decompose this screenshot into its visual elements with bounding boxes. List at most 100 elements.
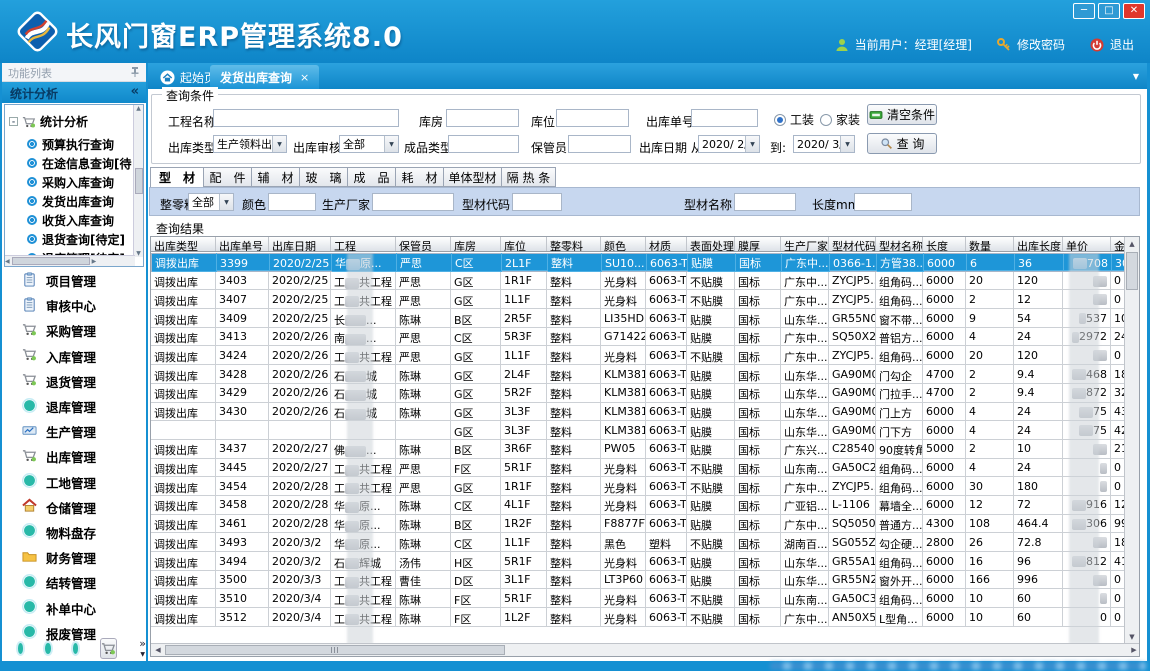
material-tab-5[interactable]: 耗 材 [396,167,444,187]
table-row[interactable]: 调拨出库34242020/2/26工共工程严思G区1L1F整料光身料6063-T… [151,346,1140,365]
sidebar-module-2[interactable]: 采购管理 [2,318,146,343]
whole-piece-select[interactable]: 全部 ▼ [188,193,234,211]
column-header-0[interactable]: 出库类型 [151,237,216,251]
tree-item-3[interactable]: 发货出库查询 [27,192,114,210]
sidebar-module-4[interactable]: 退货管理 [2,369,146,394]
collapse-icon[interactable]: « [131,84,139,99]
table-row[interactable]: 调拨出库34542020/2/28工共工程严思G区1R1F整料光身料6063-T… [151,477,1140,496]
project-name-input[interactable] [213,109,399,127]
table-vscroll-thumb[interactable] [1126,252,1138,290]
material-tab-2[interactable]: 辅 材 [252,167,300,187]
table-row[interactable]: 调拨出库34292020/2/26石城陈琳G区5R2F整料KLM38176063… [151,384,1140,403]
tree-root-statistics[interactable]: - 统计分析 [9,113,88,130]
table-row[interactable]: 调拨出库34282020/2/26石城陈琳G区2L4F整料KLM38176063… [151,365,1140,384]
tree-item-2[interactable]: 采购入库查询 [27,173,114,191]
table-row[interactable]: 调拨出库34072020/2/25工共工程严思G区1L1F整料光身料6063-T… [151,290,1140,309]
close-button[interactable]: ✕ [1123,3,1145,19]
radio-workwear[interactable]: 工装 [774,111,814,128]
module-dot-icon[interactable] [73,643,78,654]
sidebar-module-7[interactable]: 出库管理 [2,444,146,469]
table-row[interactable]: G区3L3F整料KLM38176063-T5贴膜国标山东华...GA90M09.… [151,421,1140,440]
tab-list-caret-icon[interactable]: ▼ [1133,72,1139,81]
tree-vertical-scrollbar[interactable]: ▲ ▼ [133,105,143,257]
table-row[interactable]: 调拨出库34452020/2/27工共工程严思F区5R1F整料光身料6063-T… [151,459,1140,478]
table-row[interactable]: 调拨出库33992020/2/25华原...严思C区2L1F整料SU10...6… [151,253,1140,272]
column-header-16[interactable]: 数量 [966,237,1014,251]
material-tab-1[interactable]: 配 件 [204,167,252,187]
tree-vscroll-thumb[interactable] [135,168,143,194]
factory-input[interactable] [372,193,454,211]
table-row[interactable]: 调拨出库34612020/2/28华原...陈琳B区1R2F整料F8877FT6… [151,515,1140,534]
scroll-left-icon[interactable]: ◀ [5,258,10,265]
pin-icon[interactable] [129,66,141,78]
table-row[interactable]: 调拨出库34372020/2/27佛...陈琳B区3R6F整料PW056063-… [151,440,1140,459]
scroll-down-icon[interactable]: ▼ [1125,630,1139,644]
tree-hscroll-thumb[interactable] [12,257,90,265]
table-row[interactable]: 调拨出库34582020/2/28华原...陈琳C区4L1F整料光身料6063-… [151,496,1140,515]
order-no-input[interactable] [691,109,758,127]
column-header-4[interactable]: 保管员 [396,237,451,251]
column-header-11[interactable]: 膜厚 [735,237,781,251]
sidebar-module-1[interactable]: 审核中心 [2,293,146,318]
column-header-14[interactable]: 型材名称 [876,237,923,251]
column-header-2[interactable]: 出库日期 [269,237,331,251]
sidebar-module-12[interactable]: 结转管理 [2,570,146,595]
sidebar-module-6[interactable]: 生产管理 [2,419,146,444]
outbound-type-select[interactable]: 生产领料出库 ▼ [213,135,287,153]
scroll-up-icon[interactable]: ▲ [1125,237,1139,251]
column-header-17[interactable]: 出库长度 [1014,237,1063,251]
column-header-13[interactable]: 型材代码 [829,237,876,251]
tree-expand-icon[interactable]: - [9,117,18,126]
sidebar-module-10[interactable]: 物料盘存 [2,520,146,545]
material-tab-6[interactable]: 单体型材 [444,167,502,187]
search-button[interactable]: 查 询 [867,133,937,154]
sidebar-module-11[interactable]: 财务管理 [2,545,146,570]
tree-horizontal-scrollbar[interactable]: ◀ ▶ [5,255,135,266]
column-header-9[interactable]: 材质 [646,237,687,251]
tree-item-0[interactable]: 预算执行查询 [27,135,114,153]
clear-conditions-button[interactable]: 清空条件 [867,104,937,125]
date-from-select[interactable]: 2020/ 2/16 ▼ [698,135,760,153]
radio-homewear[interactable]: 家装 [820,111,860,128]
module-dot-icon[interactable] [45,643,50,654]
warehouse-input[interactable] [446,109,519,127]
minimize-button[interactable]: ─ [1073,3,1095,19]
scroll-right-icon[interactable]: ▶ [1127,646,1140,654]
tab-shipment-query[interactable]: 发货出库查询 × [210,65,319,89]
keeper-input[interactable] [568,135,631,153]
table-vertical-scrollbar[interactable]: ▲ ▼ [1124,237,1139,644]
material-tab-4[interactable]: 成 品 [348,167,396,187]
cart-shortcut-button[interactable] [100,638,117,659]
column-header-10[interactable]: 表面处理 [687,237,735,251]
column-header-12[interactable]: 生产厂家 [781,237,829,251]
sidebar-module-13[interactable]: 补单中心 [2,595,146,620]
material-tab-7[interactable]: 隔 热 条 [502,167,556,187]
table-hscroll-thumb[interactable] [165,645,505,655]
product-type-input[interactable] [448,135,519,153]
tree-item-5[interactable]: 退货查询[待定] [27,230,125,248]
sidebar-module-8[interactable]: 工地管理 [2,470,146,495]
color-input[interactable] [268,193,316,211]
table-row[interactable]: 调拨出库35002020/3/3工共工程曹佳D区3L1F整料LT3P606063… [151,571,1140,590]
column-header-18[interactable]: 单价 [1063,237,1111,251]
location-input[interactable] [556,109,629,127]
tree-item-4[interactable]: 收货入库查询 [27,211,114,229]
sidebar-module-9[interactable]: 仓储管理 [2,495,146,520]
scroll-left-icon[interactable]: ◀ [151,646,165,654]
sidebar-module-0[interactable]: 项目管理 [2,268,146,293]
table-row[interactable]: 调拨出库35102020/3/4工共工程陈琳F区5R1F整料光身料6063-T5… [151,589,1140,608]
change-password-button[interactable]: 修改密码 [996,36,1065,53]
table-row[interactable]: 调拨出库34032020/2/25工共工程严思G区1R1F整料光身料6063-T… [151,272,1140,291]
material-tab-0[interactable]: 型 材 [150,167,204,188]
scroll-down-icon[interactable]: ▼ [136,250,141,257]
module-dot-icon[interactable] [18,643,23,654]
column-header-3[interactable]: 工程 [331,237,396,251]
column-header-15[interactable]: 长度 [923,237,966,251]
table-row[interactable]: 调拨出库34132020/2/26南...严思C区5R3F整料G71422606… [151,328,1140,347]
date-to-select[interactable]: 2020/ 3/16 ▼ [793,135,855,153]
table-row[interactable]: 调拨出库34302020/2/26石城陈琳G区3L3F整料KLM38176063… [151,403,1140,422]
scroll-right-icon[interactable]: ▶ [92,258,97,265]
sidebar-module-5[interactable]: 退库管理 [2,394,146,419]
scroll-up-icon[interactable]: ▲ [136,105,141,112]
table-horizontal-scrollbar[interactable]: ◀ ▶ [151,643,1140,656]
